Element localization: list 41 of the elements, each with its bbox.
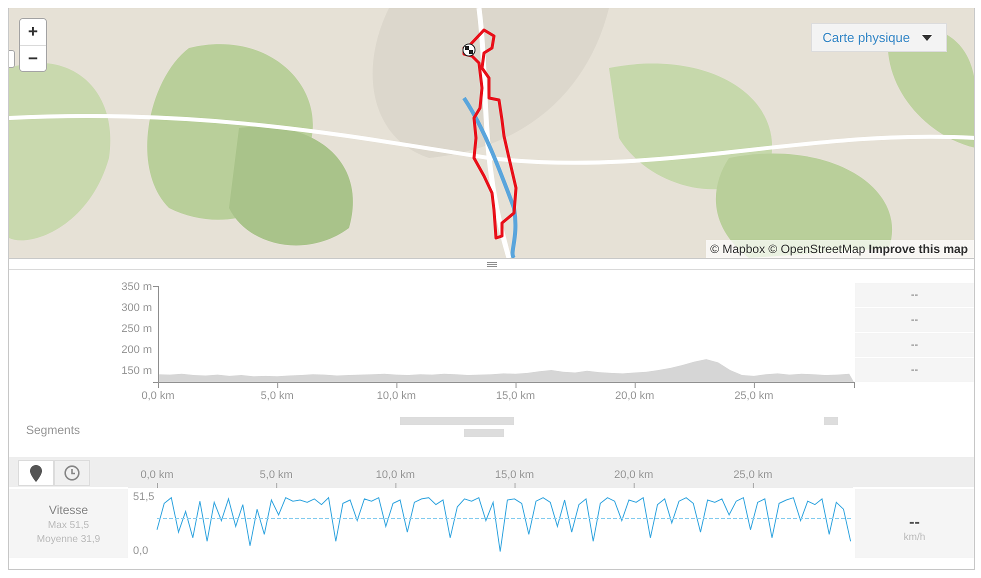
- axis-label: 150 m: [121, 365, 152, 377]
- axis-label: 300 m: [121, 302, 152, 314]
- caret-icon: [922, 34, 932, 40]
- segments-label: Segments: [25, 423, 82, 437]
- zoom-out-button[interactable]: −: [20, 45, 46, 71]
- panel-tab[interactable]: [9, 50, 15, 68]
- segment-bar: [464, 429, 504, 437]
- axis-label: 0,0 km: [142, 390, 174, 402]
- axis-label: 51,5: [133, 491, 154, 503]
- metric-name: Vitesse: [48, 502, 88, 516]
- view-toggle[interactable]: [18, 460, 54, 486]
- pin-icon: [30, 464, 42, 482]
- axis-label: 200 m: [121, 344, 152, 356]
- max-value: Max 51,5: [48, 520, 90, 530]
- axis-label: 0,0 km: [140, 469, 174, 481]
- unit-label: km/h: [904, 532, 926, 543]
- grip-icon[interactable]: [486, 262, 496, 266]
- axis-label: 10,0 km: [376, 469, 415, 481]
- stat-value: --: [855, 333, 974, 357]
- view-toggle[interactable]: [54, 460, 90, 486]
- average-value: Moyenne 31,9: [36, 534, 100, 544]
- axis-label: 20,0 km: [614, 469, 654, 481]
- axis-label: 15,0 km: [494, 469, 534, 481]
- axis-label: 15,0 km: [496, 390, 536, 402]
- axis-label: 5,0 km: [260, 469, 293, 481]
- clock-icon: [64, 465, 80, 481]
- axis-label: 10,0 km: [376, 390, 416, 402]
- axis-label: 5,0 km: [260, 390, 294, 402]
- axis-label: 350 m: [121, 281, 152, 293]
- axis-label: 250 m: [121, 323, 152, 335]
- axis-label: 20,0 km: [615, 390, 654, 402]
- stat-value: --: [855, 283, 974, 307]
- axis-label: 25,0 km: [734, 390, 774, 402]
- improve-map-link[interactable]: Improve this map: [868, 242, 968, 256]
- axis-label: 0,0: [133, 545, 148, 557]
- stat-value: --: [855, 308, 974, 332]
- attribution-text: © Mapbox © OpenStreetMap Improve this map: [706, 240, 974, 258]
- stat-value: --: [855, 358, 974, 382]
- segment-bar: [824, 417, 838, 425]
- axis-label: 25,0 km: [733, 469, 772, 481]
- speed-reading: --: [909, 514, 920, 532]
